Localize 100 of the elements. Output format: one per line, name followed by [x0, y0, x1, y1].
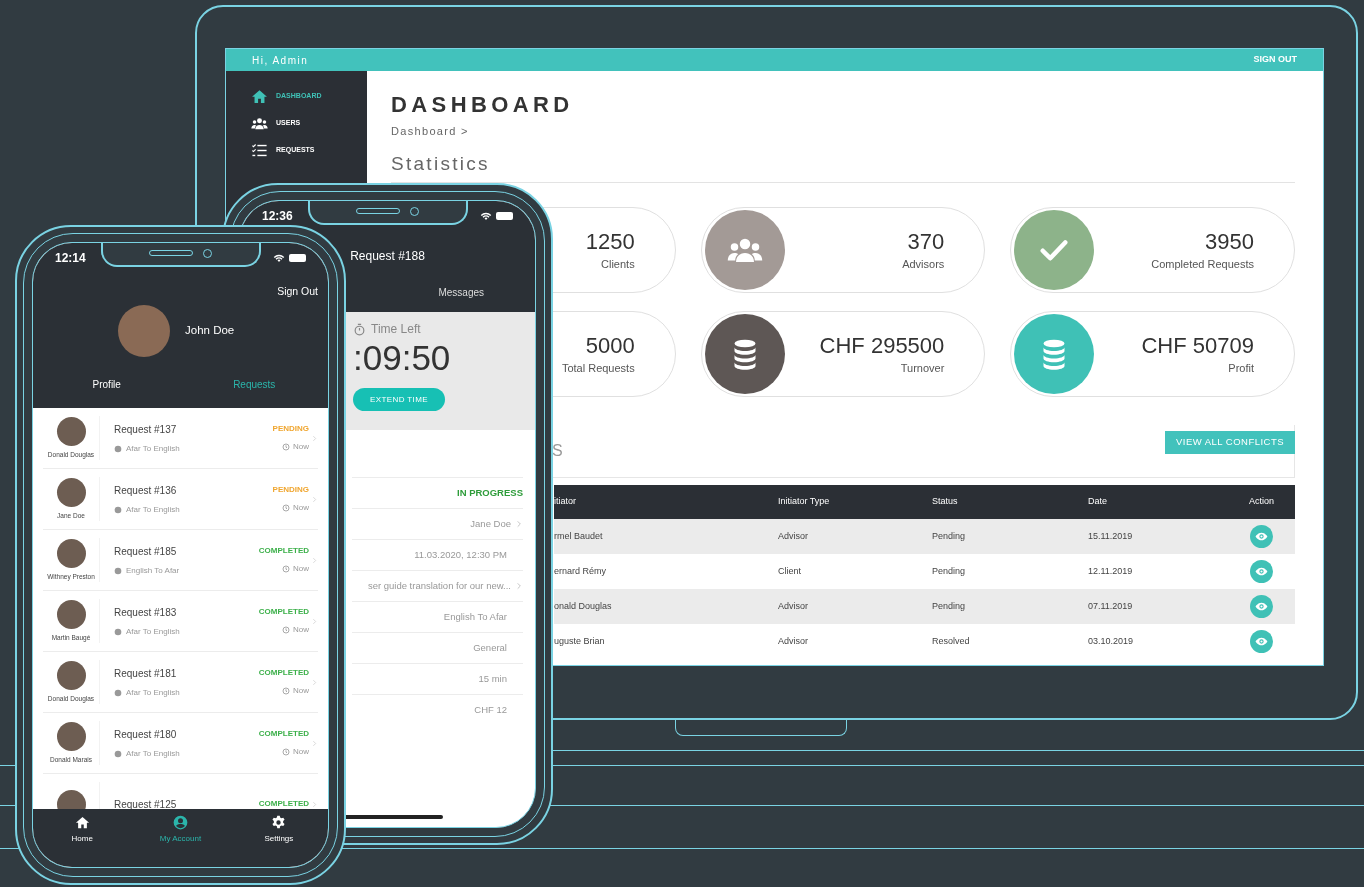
detail-value: 11.03.2020, 12:30 PM: [414, 547, 507, 562]
table-cell-text: Pending: [932, 599, 967, 613]
request-time: Now: [293, 746, 309, 758]
panel-heading: S: [552, 441, 563, 461]
stat-value: 3950: [1205, 227, 1254, 256]
clock-icon: [282, 443, 290, 451]
greeting: Hi, Admin: [252, 53, 309, 68]
stopwatch-icon: [353, 322, 366, 336]
chevron-right-icon: [311, 800, 318, 808]
stat-value: 1250: [585, 227, 635, 256]
stat-label: Total Requests: [561, 360, 635, 376]
view-button[interactable]: [1250, 595, 1273, 618]
battery-icon: [496, 212, 513, 220]
detail-value: 15 min: [478, 671, 507, 686]
request-time: Now: [293, 502, 309, 514]
tab[interactable]: Messages: [387, 285, 535, 300]
stat-value: 5000: [585, 331, 635, 360]
clock-icon: [282, 748, 290, 756]
tab-bar-item[interactable]: Home: [33, 815, 132, 867]
chevron-right-icon: [311, 556, 318, 564]
user-name: John Doe: [185, 323, 235, 339]
table-cell-text: Pending: [932, 564, 967, 578]
chevron-right-icon: [311, 617, 318, 625]
wifi-icon: [273, 252, 285, 264]
home-icon: [251, 88, 268, 105]
account-icon: [173, 815, 188, 830]
screen-title: Request #188: [350, 248, 425, 265]
table-cell-text: Advisor: [778, 599, 809, 613]
view-button[interactable]: [1250, 560, 1273, 583]
status-label: IN PROGRESS: [457, 485, 523, 500]
table-cell-text: Pending: [932, 529, 967, 543]
language-pair: English To Afar: [126, 564, 180, 577]
language-pair: Afar To English: [126, 625, 180, 638]
globe-icon: [114, 505, 122, 514]
view-button[interactable]: [1250, 630, 1273, 653]
status-label: COMPLETED: [258, 728, 309, 740]
avatar-placeholder: [56, 477, 86, 507]
users-icon: [251, 115, 268, 132]
tab-bar-item[interactable]: My Account: [131, 815, 230, 867]
table-cell-text: onald Douglas: [554, 599, 613, 613]
chevron-right-icon: [515, 520, 523, 528]
request-title: Request #185: [114, 544, 178, 559]
battery-icon: [289, 254, 306, 262]
column-header: Date: [1088, 495, 1108, 509]
request-title: Request #125: [114, 797, 178, 809]
table-cell-text: uguste Brian: [554, 634, 606, 648]
view-button[interactable]: [1250, 525, 1273, 548]
stat-value: CHF 295500: [819, 331, 945, 360]
status-time: 12:14: [55, 250, 86, 267]
home-icon: [74, 815, 90, 830]
chevron-right-icon: [311, 434, 318, 442]
stat-label: Clients: [601, 256, 635, 272]
status-label: COMPLETED: [258, 798, 309, 809]
request-title: Request #183: [114, 605, 178, 620]
tab[interactable]: Profile: [33, 376, 181, 392]
status-label: COMPLETED: [258, 545, 309, 557]
table-cell-text: 12.11.2019: [1088, 564, 1134, 578]
status-label: PENDING: [272, 423, 309, 435]
detail-value: English To Afar: [443, 609, 507, 624]
status-time: 12:36: [262, 208, 293, 225]
language-pair: Afar To English: [126, 747, 180, 760]
clock-icon: [282, 565, 290, 573]
avatar-placeholder: [118, 304, 170, 357]
status-label: COMPLETED: [258, 606, 309, 618]
countdown-timer: :09:50: [353, 338, 452, 378]
request-time: Now: [293, 624, 309, 636]
sign-out-link[interactable]: Sign Out: [277, 284, 318, 300]
chevron-right-icon: [311, 739, 318, 747]
table-cell-text: ernard Rémy: [554, 564, 608, 578]
chevron-right-icon: [311, 678, 318, 686]
language-pair: Afar To English: [126, 503, 180, 516]
breadcrumb: Dashboard >: [391, 124, 470, 139]
language-pair: Afar To English: [126, 442, 180, 455]
eye-icon: [1255, 635, 1268, 648]
wifi-icon: [480, 210, 492, 222]
table-cell-text: 07.11.2019: [1088, 599, 1134, 613]
request-title: Request #180: [114, 727, 178, 742]
tab-bar-item[interactable]: Settings: [229, 815, 328, 867]
language-pair: Afar To English: [126, 686, 180, 699]
checklist-icon: [251, 142, 268, 159]
detail-value: General: [473, 640, 507, 655]
avatar-placeholder: [56, 538, 86, 568]
request-time: Now: [293, 563, 309, 575]
column-header: itiator: [554, 495, 577, 509]
request-time: Now: [293, 441, 309, 453]
settings-icon: [271, 815, 287, 830]
table-cell-text: 15.11.2019: [1088, 529, 1134, 543]
avatar-placeholder: [56, 721, 86, 751]
column-header: Initiator Type: [778, 495, 831, 509]
detail-value: CHF 12: [474, 702, 507, 717]
tab[interactable]: Requests: [180, 376, 328, 392]
page-title: DASHBOARD: [391, 91, 575, 119]
globe-icon: [114, 627, 122, 636]
table-cell-text: 03.10.2019: [1088, 634, 1135, 648]
table-cell-text: Resolved: [932, 634, 971, 648]
globe-icon: [114, 444, 122, 453]
table-cell-text: rmel Baudet: [554, 529, 604, 543]
avatar-placeholder: [56, 789, 86, 809]
clock-icon: [282, 687, 290, 695]
request-title: Request #181: [114, 666, 178, 681]
